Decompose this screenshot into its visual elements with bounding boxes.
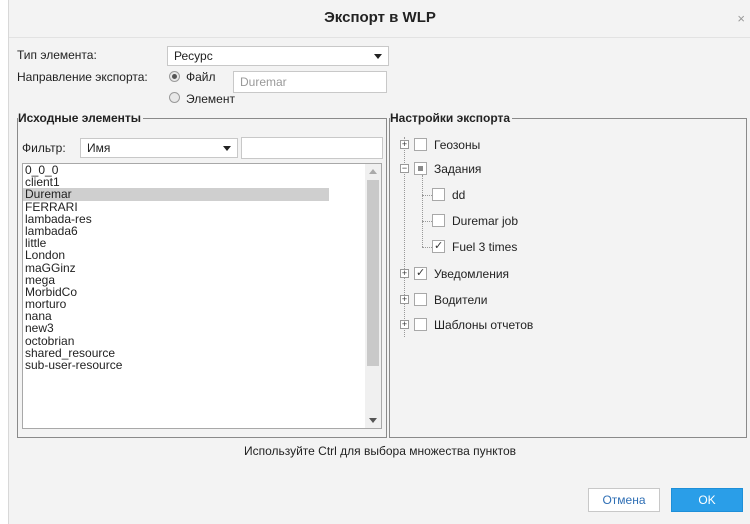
tree-node-geozones[interactable]: + Геозоны xyxy=(400,137,740,153)
filter-field-value: Имя xyxy=(87,141,111,155)
export-direction-label: Направление экспорта: xyxy=(17,70,148,84)
checkbox-drivers[interactable] xyxy=(414,293,427,306)
tree-node-report-templates[interactable]: + Шаблоны отчетов xyxy=(400,317,740,333)
element-type-label: Тип элемента: xyxy=(17,48,97,62)
filter-label: Фильтр: xyxy=(22,141,66,155)
chevron-down-icon xyxy=(374,54,382,59)
tree-line xyxy=(422,221,432,222)
checkbox-task-dd[interactable] xyxy=(432,188,445,201)
radio-file-label: Файл xyxy=(186,70,216,84)
multi-select-hint: Используйте Ctrl для выбора множества пу… xyxy=(243,444,517,458)
list-scrollbar[interactable] xyxy=(365,164,381,428)
tree-node-task-dd[interactable]: dd xyxy=(432,187,732,203)
dialog-title: Экспорт в WLP xyxy=(324,9,436,26)
tree-label-geozones: Геозоны xyxy=(434,138,481,152)
scroll-down-icon[interactable] xyxy=(369,418,377,423)
collapse-minus-icon[interactable]: − xyxy=(400,164,409,173)
list-item[interactable]: maGGinz xyxy=(23,261,329,273)
cancel-button[interactable]: Отмена xyxy=(588,488,660,512)
export-settings-legend: Настройки экспорта xyxy=(390,111,513,125)
source-list-items: 0_0_0 client1 Duremar FERRARI lambada-res lam… xyxy=(23,164,381,371)
tree-label-task-duremar-job: Duremar job xyxy=(452,214,519,228)
checkbox-report-templates[interactable] xyxy=(414,318,427,331)
tree-line xyxy=(422,175,423,247)
tree-label-tasks: Задания xyxy=(434,162,482,176)
list-item[interactable]: sub-user-resource xyxy=(23,359,329,371)
list-item[interactable]: Duremar xyxy=(23,188,329,201)
checkbox-tasks[interactable] xyxy=(414,162,427,175)
checkbox-notifications[interactable] xyxy=(414,266,427,280)
ok-button[interactable]: OK xyxy=(671,488,743,512)
list-item[interactable]: 0_0_0 xyxy=(23,164,329,176)
list-item[interactable]: octobrian xyxy=(23,334,329,346)
tree-label-notifications: Уведомления xyxy=(434,267,510,281)
chevron-down-icon xyxy=(223,146,231,151)
list-item[interactable]: London xyxy=(23,249,329,261)
export-settings-group: Настройки экспорта + Геозоны − Задания d… xyxy=(389,111,747,438)
list-item[interactable]: little xyxy=(23,237,329,249)
element-type-value: Ресурс xyxy=(174,49,213,63)
radio-element[interactable] xyxy=(169,92,180,103)
source-list[interactable]: 0_0_0 client1 Duremar FERRARI lambada-res lam… xyxy=(22,163,382,429)
element-type-select[interactable]: Ресурс xyxy=(167,46,389,66)
tree-label-drivers: Водители xyxy=(434,293,488,307)
tree-line xyxy=(422,247,432,248)
list-item[interactable]: MorbidCo xyxy=(23,286,329,298)
expand-plus-icon[interactable]: + xyxy=(400,269,409,278)
expand-plus-icon[interactable]: + xyxy=(400,295,409,304)
tree-node-drivers[interactable]: + Водители xyxy=(400,292,740,308)
checkbox-geozones[interactable] xyxy=(414,138,427,151)
tree-node-task-fuel[interactable]: Fuel 3 times xyxy=(432,239,732,255)
tree-node-task-duremar-job[interactable]: Duremar job xyxy=(432,213,732,229)
file-name-input[interactable]: Duremar xyxy=(233,71,387,93)
expand-plus-icon[interactable]: + xyxy=(400,140,409,149)
checkbox-task-fuel[interactable] xyxy=(432,239,445,253)
expand-plus-icon[interactable]: + xyxy=(400,320,409,329)
scroll-thumb[interactable] xyxy=(367,180,379,366)
source-elements-group: Исходные элементы Фильтр: Имя 0_0_0 clien… xyxy=(17,111,387,438)
filter-field-select[interactable]: Имя xyxy=(80,138,238,158)
radio-element-label: Элемент xyxy=(186,92,235,106)
tree-node-tasks[interactable]: − Задания xyxy=(400,161,740,177)
scroll-up-icon[interactable] xyxy=(369,169,377,174)
list-item[interactable]: lambada6 xyxy=(23,225,329,237)
export-dialog: Экспорт в WLP × Тип элемента: Ресурс Нап… xyxy=(8,0,750,524)
tree-line xyxy=(422,195,432,196)
list-item[interactable]: morturo xyxy=(23,298,329,310)
tree-label-report-templates: Шаблоны отчетов xyxy=(434,318,534,332)
dialog-titlebar: Экспорт в WLP × xyxy=(9,0,750,38)
tree-node-notifications[interactable]: + Уведомления xyxy=(400,266,740,282)
tree-label-task-dd: dd xyxy=(452,188,466,202)
list-item[interactable]: FERRARI xyxy=(23,200,329,212)
close-icon[interactable]: × xyxy=(737,11,745,26)
list-item[interactable]: nana xyxy=(23,310,329,322)
list-item[interactable]: new3 xyxy=(23,322,329,334)
checkbox-task-duremar-job[interactable] xyxy=(432,214,445,227)
filter-text-input[interactable] xyxy=(241,137,383,159)
source-elements-legend: Исходные элементы xyxy=(18,111,144,125)
radio-file[interactable] xyxy=(169,71,180,82)
tree-label-task-fuel: Fuel 3 times xyxy=(452,240,518,254)
